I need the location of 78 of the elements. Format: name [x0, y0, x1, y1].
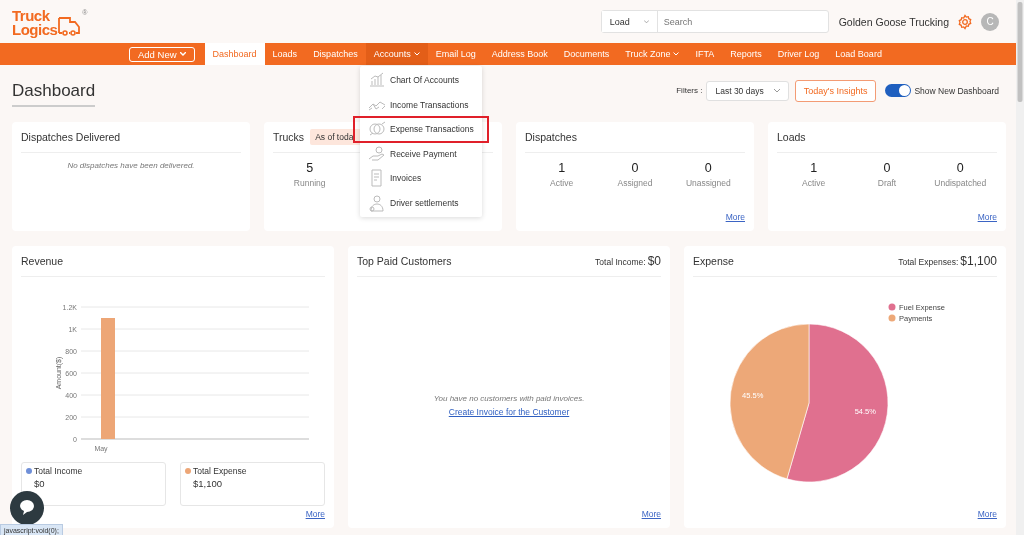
stat-label: Active [550, 178, 574, 188]
caret-icon [179, 52, 186, 56]
nav-tab[interactable]: Documents [555, 43, 618, 65]
card-title: Loads [777, 131, 806, 143]
hand-coin-icon [368, 146, 385, 161]
nav-tab[interactable]: IFTA [687, 43, 723, 65]
nav-tab[interactable]: Dispatches [305, 43, 366, 65]
nav-tab[interactable]: Truck Zone [617, 43, 688, 65]
person-icon [369, 195, 384, 212]
settings-icon[interactable] [957, 13, 973, 30]
card-title: Trucks [273, 131, 305, 143]
stat-label: Assigned [617, 178, 653, 188]
stat-value: 0 [883, 161, 891, 175]
create-invoice-link[interactable]: Create Invoice for the Customer [448, 406, 570, 417]
more-link[interactable]: More [977, 509, 997, 519]
toggle-switch[interactable] [885, 84, 912, 97]
search-field[interactable]: Load Search [600, 10, 829, 33]
nav-tab[interactable]: Email Log [427, 43, 484, 65]
total-value: $1,100 [192, 478, 224, 489]
total-label: Total Expense [193, 466, 247, 476]
card-title: Dispatches Delivered [21, 131, 121, 143]
stat-value: 5 [306, 161, 314, 175]
card-title: Expense [693, 255, 734, 267]
more-link[interactable]: More [977, 212, 997, 222]
filters-label: Filters : [676, 86, 703, 95]
empty-message: You have no customers with paid invoices. [433, 393, 585, 403]
scrollbar[interactable] [1016, 0, 1024, 535]
caret-icon [773, 88, 780, 93]
company-name: Golden Goose Trucking [838, 15, 949, 28]
coins-icon [369, 121, 386, 136]
stat-value: 1 [810, 161, 818, 175]
nav-tab[interactable]: Load Board [827, 43, 890, 65]
stat-value: 0 [631, 161, 639, 175]
chat-button[interactable] [10, 491, 44, 525]
caret-icon [643, 19, 649, 24]
stat-label: Undispatched [934, 178, 987, 188]
total-label: Total Expenses: [898, 257, 959, 267]
logo-wordmark: Truck Logics [12, 8, 58, 37]
stat-value: 1 [558, 161, 566, 175]
stat-label: Running [293, 178, 326, 188]
more-link[interactable]: More [641, 509, 661, 519]
nav-tab[interactable]: Loads [264, 43, 306, 65]
search-scope-dropdown[interactable]: Load [601, 11, 658, 32]
stat-value: 0 [956, 161, 964, 175]
stat-label: Active [802, 178, 826, 188]
bar-chart-icon [369, 72, 385, 87]
card-title: Top Paid Customers [357, 255, 452, 267]
menu-item[interactable]: Chart Of Accounts [360, 68, 482, 93]
total-value: $0 [33, 478, 46, 489]
card-title: Revenue [21, 255, 64, 267]
document-icon [371, 169, 382, 187]
nav-tab[interactable]: Reports [722, 43, 770, 65]
menu-item[interactable]: Income Transactions [360, 92, 482, 117]
nav-tab[interactable]: Driver Log [769, 43, 828, 65]
page-title: Dashboard [12, 80, 96, 107]
total-value: $1,100 [960, 254, 997, 268]
stat-value: 0 [704, 161, 712, 175]
empty-message: No dispatches have been delivered. [66, 161, 196, 170]
nav-tab[interactable]: Accounts [365, 43, 428, 65]
menu-item[interactable]: Driver settlements [360, 190, 482, 215]
stat-label: Unassigned [685, 178, 731, 188]
nav-tab[interactable]: Address Book [483, 43, 556, 65]
period-dropdown[interactable]: Last 30 days [706, 80, 789, 101]
legend-dot [888, 314, 896, 322]
card-title: Dispatches [525, 131, 577, 143]
total-label: Total Income: [595, 257, 646, 267]
total-label: Total Income [34, 466, 83, 476]
stat-label: Draft [877, 178, 897, 188]
more-link[interactable]: More [725, 212, 745, 222]
truck-icon [57, 14, 82, 37]
menu-item[interactable]: Invoices [360, 166, 482, 191]
insights-button[interactable]: Today's Insights [794, 79, 877, 102]
total-value: $0 [647, 254, 661, 268]
more-link[interactable]: More [305, 509, 325, 519]
legend-dot [888, 303, 896, 311]
toggle-label: Show New Dashboard [914, 85, 999, 96]
add-new-button[interactable]: Add New [129, 46, 195, 62]
nav-tab[interactable]: Dashboard [204, 43, 265, 65]
